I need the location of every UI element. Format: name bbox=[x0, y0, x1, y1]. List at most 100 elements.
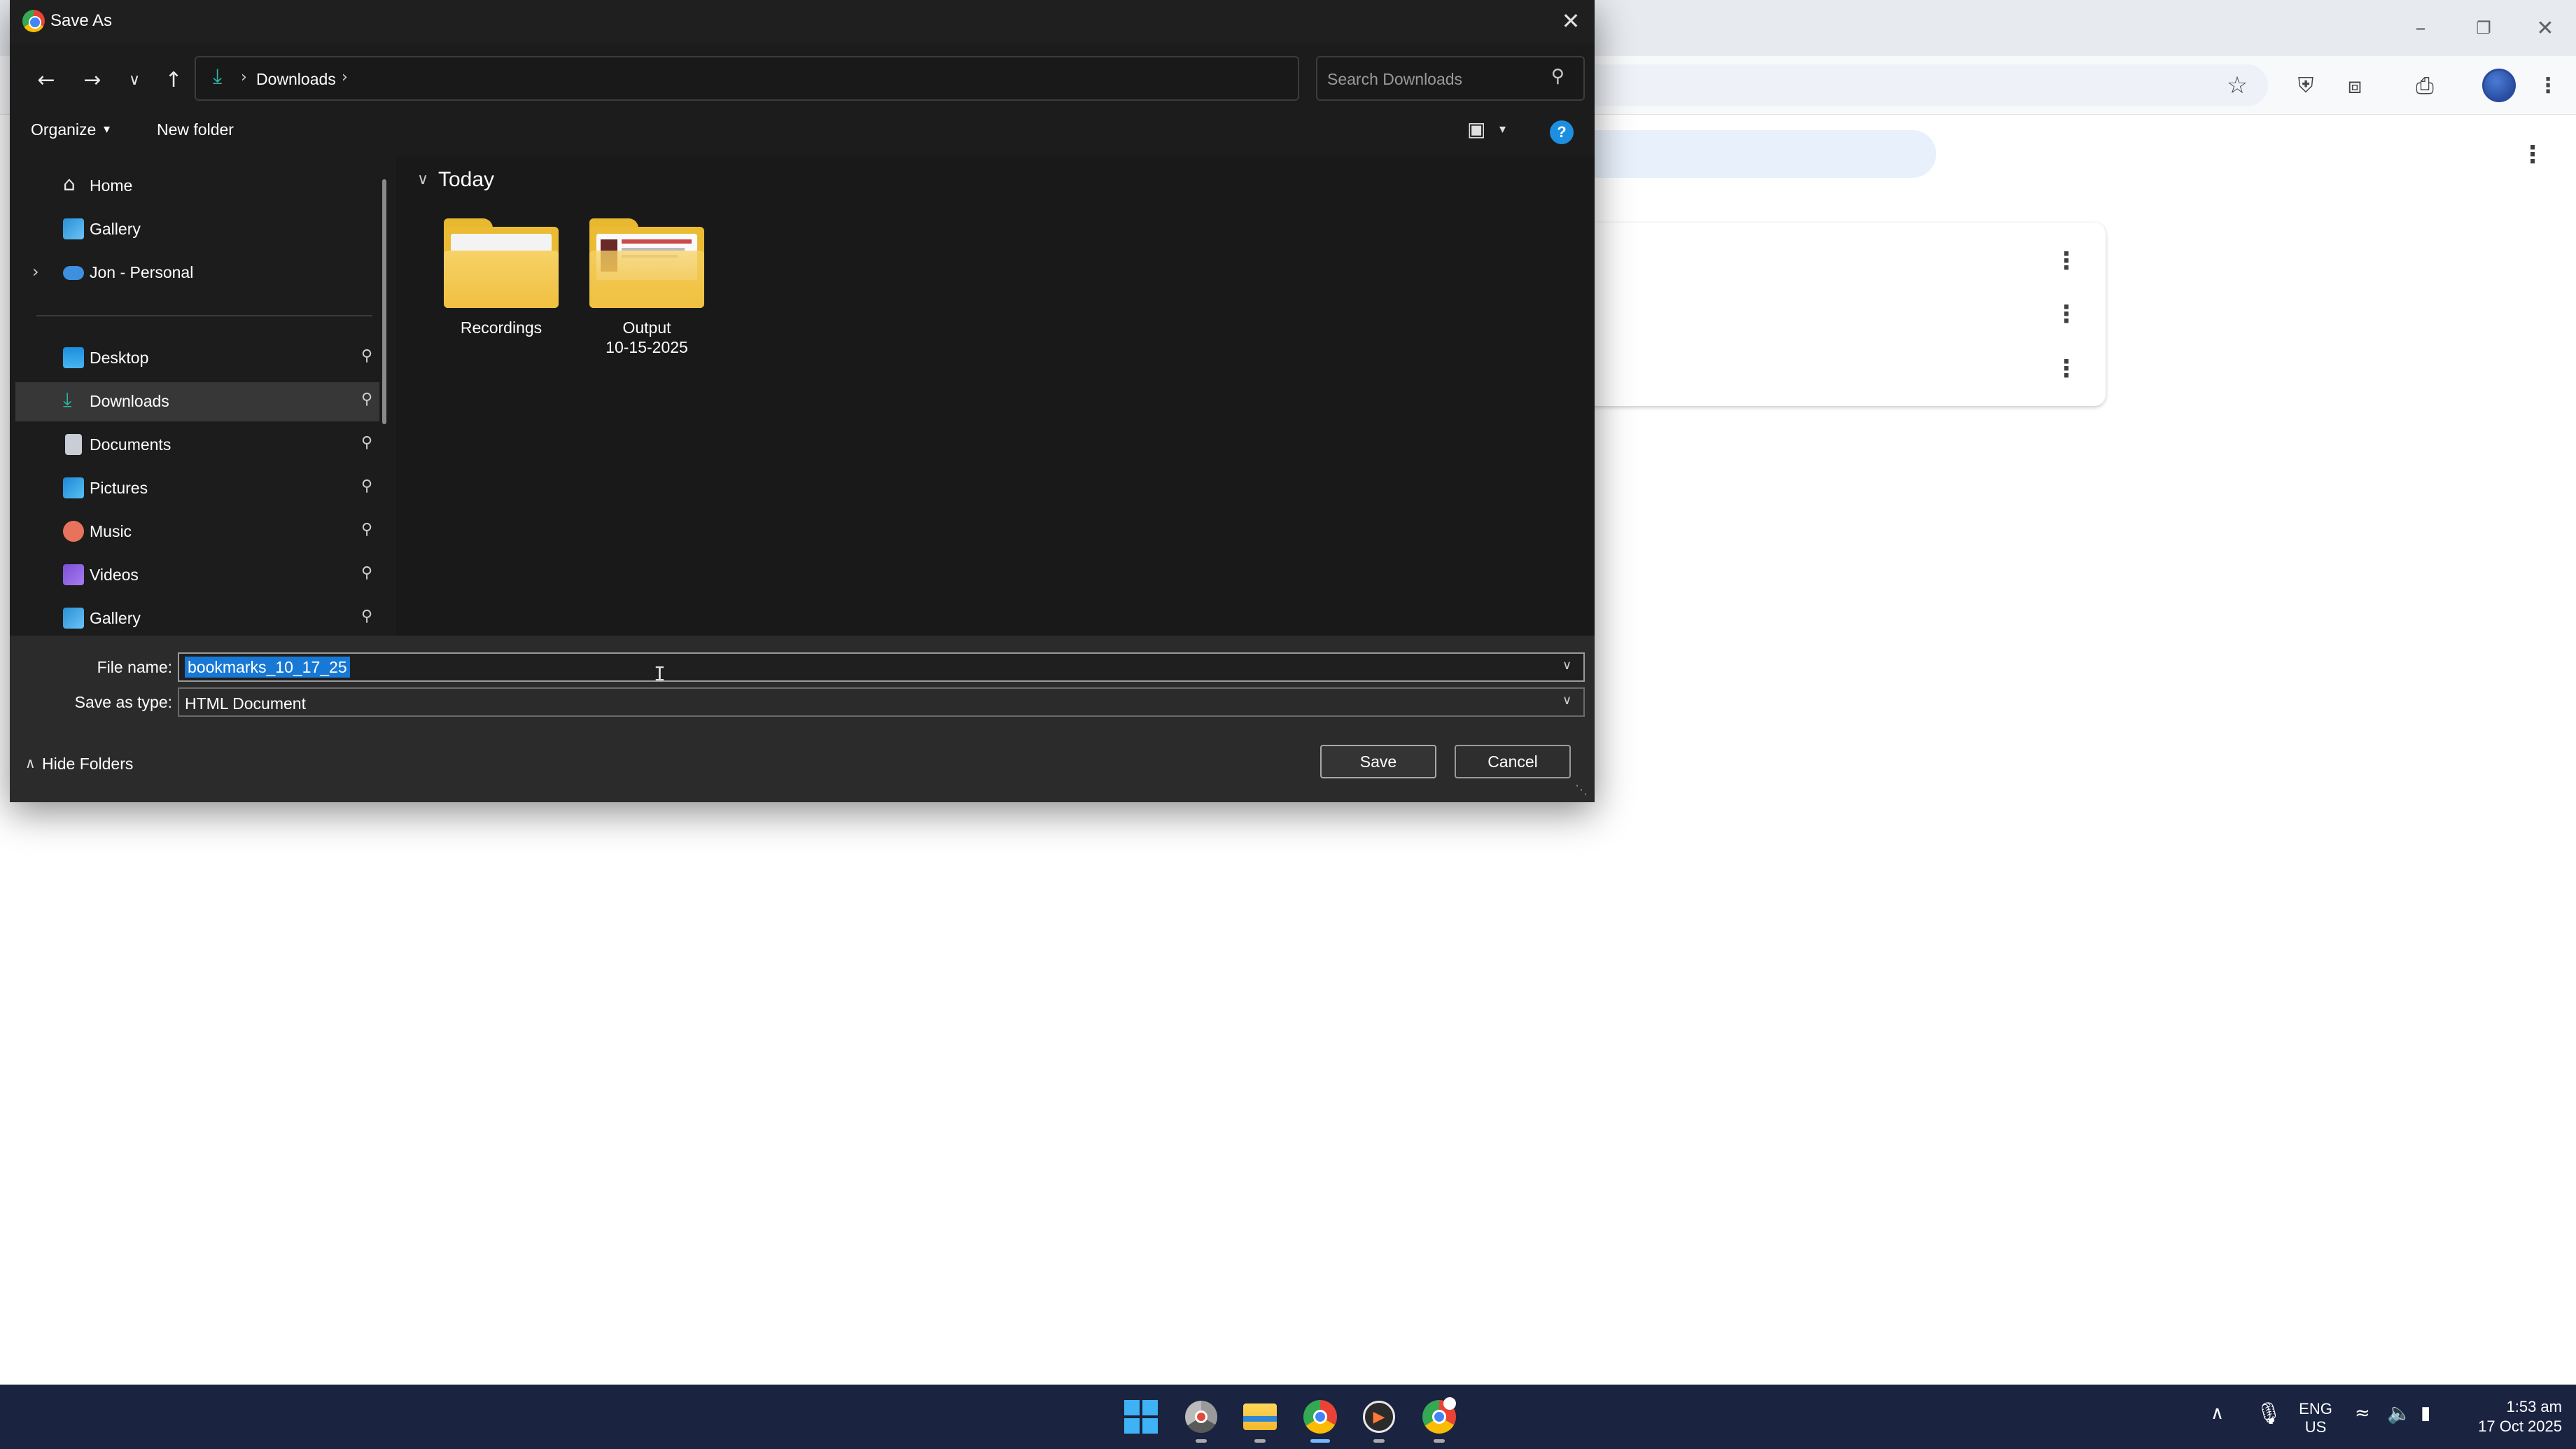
breadcrumb-chevron-icon[interactable]: › bbox=[342, 69, 348, 86]
search-input[interactable] bbox=[1327, 67, 1551, 91]
sidebar-item-desktop[interactable]: Desktop ⚲ bbox=[15, 339, 379, 378]
file-list: ∨ Today Recordings Output 10-15-2025 bbox=[396, 155, 1595, 636]
clock[interactable]: 1:53 am 17 Oct 2025 bbox=[2450, 1397, 2562, 1436]
organize-button[interactable]: Organize bbox=[31, 120, 96, 139]
pin-icon[interactable]: ⚲ bbox=[361, 434, 372, 451]
close-icon[interactable]: ✕ bbox=[1554, 6, 1588, 36]
help-icon[interactable]: ? bbox=[1550, 120, 1574, 144]
sidebar-item-pictures[interactable]: Pictures ⚲ bbox=[15, 469, 379, 508]
scrollbar[interactable] bbox=[382, 179, 386, 424]
hide-folders-button[interactable]: Hide Folders bbox=[42, 755, 133, 774]
row-more-icon[interactable]: ⋮ bbox=[2052, 297, 2080, 332]
file-name-field[interactable]: bookmarks_10_17_25 ∨ bbox=[178, 652, 1585, 682]
wifi-icon[interactable]: ≈ bbox=[2355, 1403, 2370, 1424]
sidebar-item-documents[interactable]: Documents ⚲ bbox=[15, 426, 379, 465]
sidebar-item-label: Music bbox=[90, 522, 132, 540]
sidebar-item-gallery[interactable]: Gallery bbox=[15, 210, 379, 249]
chevron-up-icon[interactable]: ∧ bbox=[25, 755, 36, 771]
row-more-icon[interactable]: ⋮ bbox=[2052, 244, 2080, 279]
language-indicator[interactable]: ENG US bbox=[2299, 1400, 2332, 1436]
pin-icon[interactable]: ⚲ bbox=[361, 608, 372, 625]
minimize-icon[interactable]: – bbox=[2400, 11, 2442, 45]
recent-locations-chevron-icon[interactable]: ∨ bbox=[118, 63, 151, 97]
chevron-down-icon[interactable]: ∨ bbox=[1562, 658, 1572, 673]
menu-kebab-icon[interactable]: ⋮ bbox=[2530, 67, 2566, 104]
sidebar-item-downloads[interactable]: ⤓ Downloads ⚲ bbox=[15, 382, 379, 421]
view-options-icon[interactable]: ▣ bbox=[1467, 118, 1485, 141]
sidebar-item-label: Downloads bbox=[90, 392, 169, 410]
pin-icon[interactable]: ⚲ bbox=[361, 521, 372, 538]
save-button[interactable]: Save bbox=[1320, 745, 1436, 778]
save-type-value: HTML Document bbox=[185, 694, 306, 713]
pin-icon[interactable]: ⚲ bbox=[361, 564, 372, 582]
file-name-input[interactable]: bookmarks_10_17_25 bbox=[185, 657, 350, 678]
text-cursor-icon: I bbox=[654, 662, 666, 685]
battery-icon[interactable]: ▮ bbox=[2421, 1403, 2430, 1424]
extensions-icon[interactable]: ⧈ bbox=[2337, 67, 2373, 104]
sidebar-item-home[interactable]: ⌂ Home bbox=[15, 167, 379, 206]
navigation-pane: ⌂ Home Gallery › Jon - Personal Desktop … bbox=[10, 155, 388, 636]
cloud-icon bbox=[63, 266, 84, 280]
microphone-icon[interactable]: 🎙 bbox=[2255, 1401, 2282, 1426]
desktop-icon bbox=[63, 347, 84, 368]
pictures-icon bbox=[63, 477, 84, 498]
sidebar-item-label: Gallery bbox=[90, 609, 141, 627]
media-player-icon[interactable]: ▶ bbox=[1358, 1396, 1400, 1438]
sidebar-item-label: Videos bbox=[90, 566, 139, 584]
chrome-icon[interactable] bbox=[1299, 1396, 1341, 1438]
close-window-icon[interactable]: ✕ bbox=[2524, 11, 2566, 45]
running-indicator bbox=[1254, 1439, 1266, 1443]
show-hidden-icons-icon[interactable]: ∧ bbox=[2211, 1403, 2224, 1424]
file-explorer-icon[interactable] bbox=[1239, 1396, 1281, 1438]
profile-avatar[interactable] bbox=[2482, 69, 2516, 102]
chevron-right-icon[interactable]: › bbox=[32, 262, 39, 281]
restore-icon[interactable]: ❐ bbox=[2463, 11, 2505, 45]
chrome-icon bbox=[22, 10, 45, 32]
region-code: US bbox=[2304, 1418, 2327, 1436]
folder-output[interactable]: Output 10-15-2025 bbox=[577, 218, 717, 357]
group-header-today: Today bbox=[438, 168, 495, 191]
time: 1:53 am bbox=[2506, 1398, 2563, 1415]
language-code: ENG bbox=[2299, 1400, 2332, 1418]
bookmarks-search-field[interactable] bbox=[1575, 130, 1936, 178]
forward-arrow-icon[interactable]: → bbox=[76, 63, 109, 97]
location-bar[interactable]: ⤓ › Downloads › ∨ ↻ bbox=[195, 56, 1464, 101]
sidebar-item-music[interactable]: Music ⚲ bbox=[15, 512, 379, 552]
chrome-canary-icon[interactable] bbox=[1418, 1396, 1460, 1438]
up-arrow-icon[interactable]: ↑ bbox=[157, 63, 190, 97]
sidebar-item-videos[interactable]: Videos ⚲ bbox=[15, 556, 379, 595]
caret-down-icon[interactable]: ▾ bbox=[1499, 122, 1506, 136]
address-bar[interactable] bbox=[1540, 64, 2268, 106]
bookmarks-list-card: ⋮ ⋮ ⋮ bbox=[1568, 223, 2106, 406]
new-folder-button[interactable]: New folder bbox=[157, 120, 234, 139]
breadcrumb-chevron-icon[interactable]: › bbox=[241, 69, 247, 86]
resize-grip-icon[interactable]: ⋱ bbox=[1575, 783, 1588, 797]
sidebar-item-jon-personal[interactable]: › Jon - Personal bbox=[15, 253, 379, 293]
page-more-icon[interactable]: ⋮ bbox=[2519, 137, 2547, 172]
back-arrow-icon[interactable]: ← bbox=[29, 63, 63, 97]
folder-recordings[interactable]: Recordings bbox=[431, 218, 571, 337]
caret-down-icon[interactable]: ▾ bbox=[104, 122, 110, 136]
save-type-select[interactable]: HTML Document ∨ bbox=[178, 687, 1585, 717]
cancel-button[interactable]: Cancel bbox=[1455, 745, 1571, 778]
pin-icon[interactable]: ⚲ bbox=[361, 391, 372, 408]
search-box[interactable]: ⚲ bbox=[1316, 56, 1585, 101]
chrome-dev-icon[interactable] bbox=[1180, 1396, 1222, 1438]
pin-icon[interactable]: ⚲ bbox=[361, 477, 372, 495]
chevron-down-icon[interactable]: ∨ bbox=[1562, 693, 1572, 708]
start-icon[interactable] bbox=[1120, 1396, 1162, 1438]
gallery-icon bbox=[63, 218, 84, 239]
sidebar-item-gallery-pinned[interactable]: Gallery ⚲ bbox=[15, 599, 379, 636]
search-icon[interactable]: ⚲ bbox=[1551, 66, 1564, 87]
pin-icon[interactable]: ⚲ bbox=[361, 347, 372, 365]
volume-icon[interactable]: 🔈 bbox=[2387, 1401, 2412, 1424]
bookmark-star-icon[interactable]: ☆ bbox=[2219, 67, 2255, 104]
sidebar-item-label: Jon - Personal bbox=[90, 263, 194, 281]
documents-icon bbox=[65, 434, 82, 455]
chevron-down-icon[interactable]: ∨ bbox=[417, 171, 428, 188]
row-more-icon[interactable]: ⋮ bbox=[2052, 351, 2080, 386]
print-icon[interactable]: ⎙ bbox=[2407, 67, 2443, 104]
breadcrumb-downloads[interactable]: Downloads bbox=[256, 70, 336, 89]
shield-icon[interactable]: ⛨ bbox=[2288, 67, 2324, 104]
folder-icon bbox=[589, 218, 704, 308]
